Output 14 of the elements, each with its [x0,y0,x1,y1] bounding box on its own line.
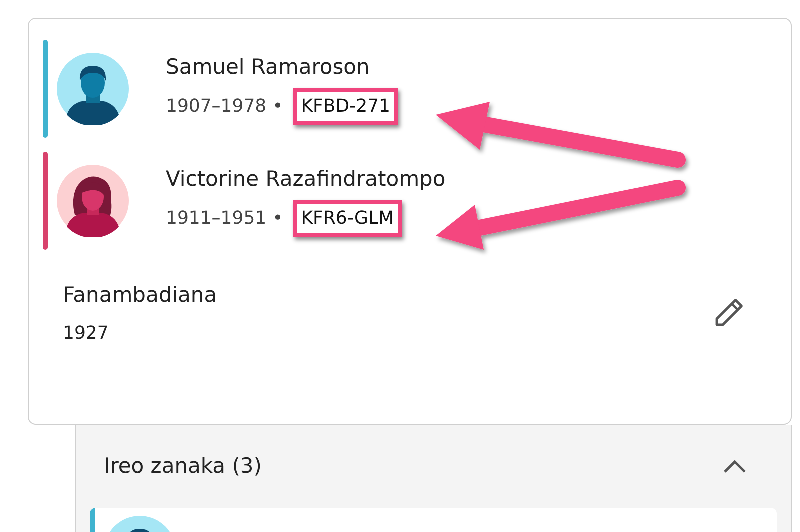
chevron-up-icon[interactable] [723,458,747,475]
event-year: 1927 [63,322,110,346]
person-name[interactable]: Samuel Ramaroson [166,53,398,81]
life-years: 1907–1978 [166,95,267,119]
life-years: 1911–1951 [166,207,267,231]
section-title[interactable]: Ireo zanaka (3) [104,450,723,482]
person-name[interactable]: Victorine Razafindratompo [166,165,446,193]
male-avatar-icon [57,53,129,125]
person-id: KFBD-271 [293,88,398,125]
female-avatar-icon [57,165,129,237]
person-id: KFR6-GLM [293,200,402,237]
separator-dot: • [272,207,284,231]
separator-dot: • [272,95,284,119]
event-title: Fanambadiana [63,282,218,309]
